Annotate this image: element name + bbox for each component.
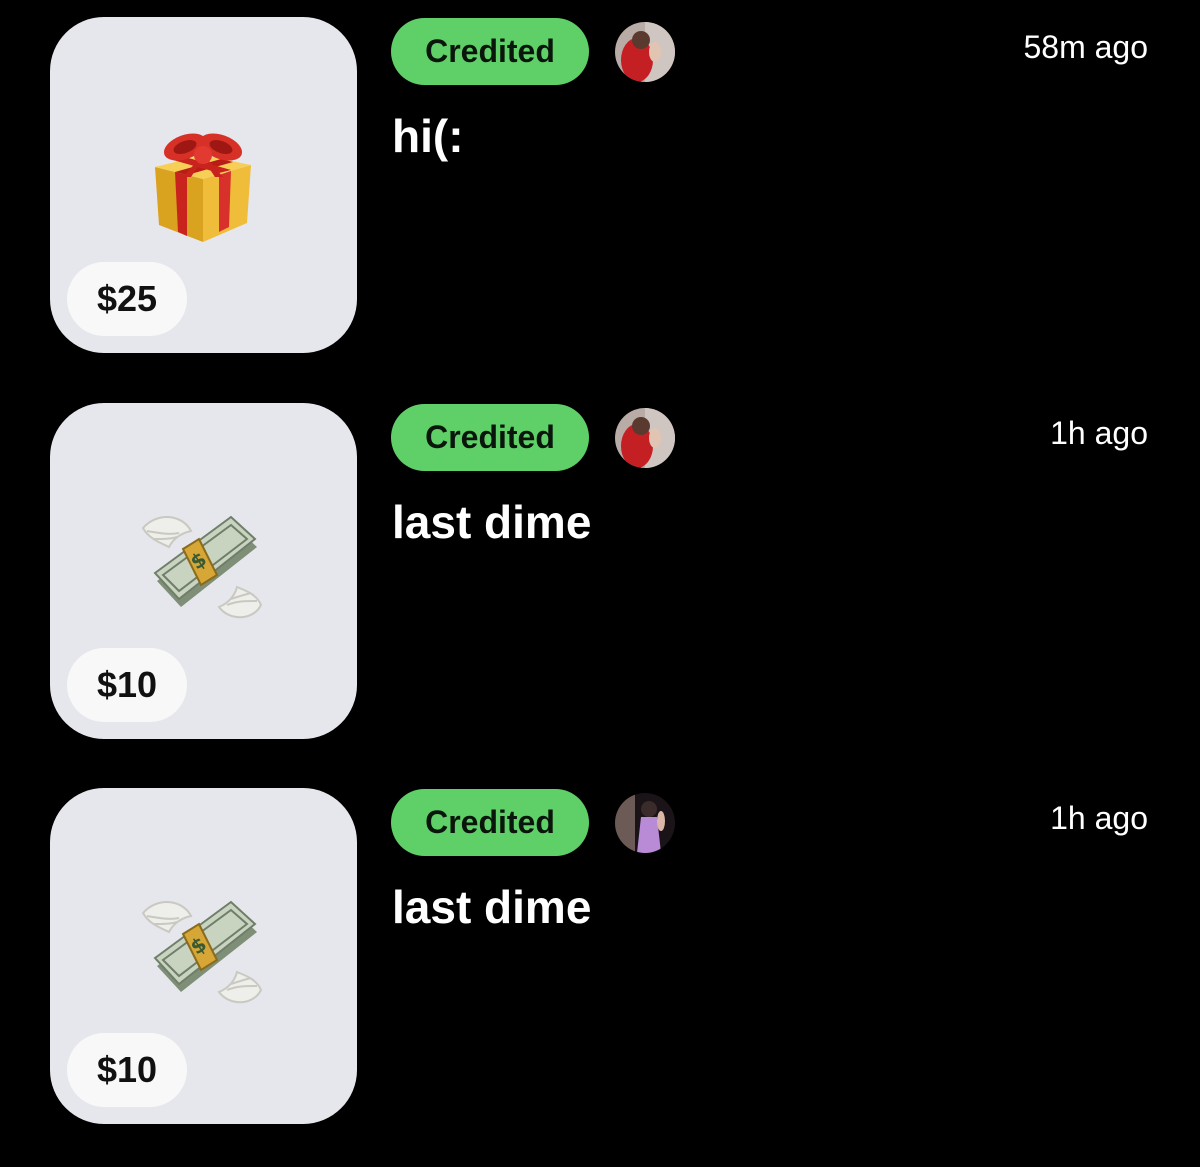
avatar-photo-icon (615, 22, 675, 82)
message-text: last dime (392, 881, 592, 933)
avatar-photo-icon (615, 793, 675, 853)
transaction-feed: $25 Credited 58m ago hi(: $ $10 Credited… (0, 0, 1200, 1167)
amount-label: $10 (67, 648, 188, 722)
timestamp: 1h ago (1050, 800, 1148, 836)
transaction-row[interactable]: $25 Credited 58m ago hi(: (0, 17, 1200, 353)
money-tile[interactable]: $ $10 (50, 403, 357, 739)
money-tile[interactable]: $ $10 (50, 788, 357, 1124)
money-with-wings-icon: $ (141, 515, 263, 619)
gift-icon (155, 133, 251, 242)
avatar[interactable] (615, 408, 675, 468)
avatar[interactable] (615, 793, 675, 853)
timestamp: 1h ago (1050, 415, 1148, 451)
amount-label: $10 (67, 1033, 188, 1107)
transaction-row[interactable]: $ $10 Credited 1h ago last dime (0, 788, 1200, 1124)
status-badge: Credited (391, 404, 589, 471)
message-text: hi(: (392, 110, 464, 162)
status-badge: Credited (391, 789, 589, 856)
transaction-row[interactable]: $ $10 Credited 1h ago last dime (0, 403, 1200, 739)
status-badge: Credited (391, 18, 589, 85)
amount-label: $25 (67, 262, 188, 336)
message-text: last dime (392, 496, 592, 548)
avatar[interactable] (615, 22, 675, 82)
avatar-photo-icon (615, 408, 675, 468)
timestamp: 58m ago (1023, 29, 1148, 65)
gift-tile[interactable]: $25 (50, 17, 357, 353)
money-with-wings-icon: $ (141, 900, 263, 1004)
